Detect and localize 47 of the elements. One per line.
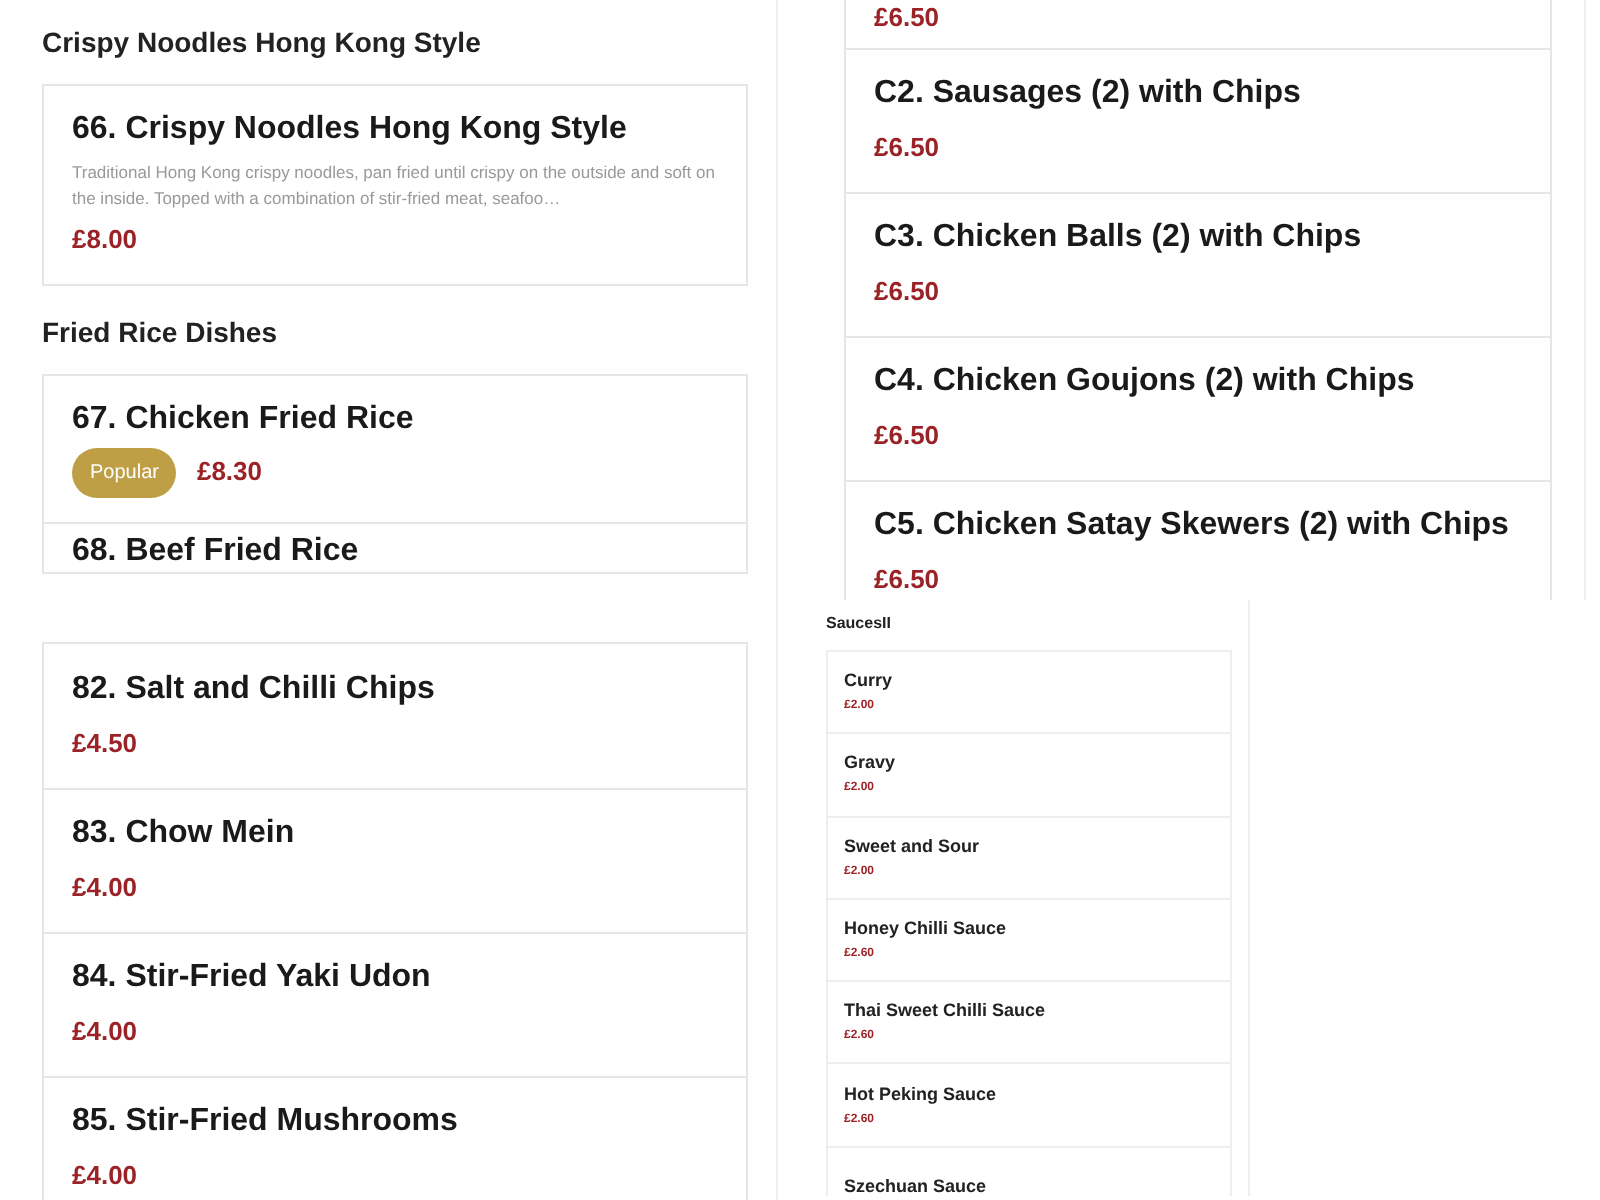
menu-item-card[interactable]: C4. Chicken Goujons (2) with Chips £6.50 <box>846 336 1550 480</box>
item-price: £6.50 <box>874 418 940 455</box>
item-name: 82. Salt and Chilli Chips <box>72 669 437 710</box>
item-name: 67. Chicken Fried Rice <box>72 399 416 439</box>
menu-item-card[interactable]: C3. Chicken Balls (2) with Chips £6.50 <box>846 192 1550 336</box>
menu-item-card[interactable]: 66. Crispy Noodles Hong Kong Style Traditional Hong Kong crispy noodles, pan fried until crispy on the outside and soft on the inside. Topped with a combination of stir-fried meat, seafoo… £8.00 <box>44 86 746 283</box>
menu-item-card[interactable]: 83. Chow Mein £4.00 <box>44 788 746 932</box>
item-name: Honey Chilli Sauce <box>844 918 1009 941</box>
menu-item-card[interactable]: 84. Stir-Fried Yaki Udon £4.00 <box>44 932 746 1076</box>
item-name: 83. Chow Mein <box>72 814 297 855</box>
item-price: £6.50 <box>874 0 940 36</box>
sauce-card[interactable]: Szechuan Sauce <box>828 1147 1230 1196</box>
section-heading: SaucesII <box>826 612 893 636</box>
item-price: £4.00 <box>72 1158 138 1195</box>
item-price: £8.00 <box>72 222 138 258</box>
item-name: Gravy <box>844 752 898 775</box>
item-price: £6.50 <box>874 274 940 311</box>
item-name: 84. Stir-Fried Yaki Udon <box>72 958 433 999</box>
section-heading: Crispy Noodles Hong Kong Style <box>42 24 483 60</box>
item-name: Curry <box>844 670 895 693</box>
item-price: £4.00 <box>72 1014 138 1051</box>
item-description: Traditional Hong Kong crispy noodles, pan fried until crispy on the outside and soft on the inside. Topped with a combination of stir-fried meat, seafoo… <box>72 160 717 212</box>
item-price: £4.50 <box>72 725 138 762</box>
menu-item-card[interactable]: C5. Chicken Satay Skewers (2) with Chips £6.50 <box>846 480 1550 600</box>
item-price: £6.50 <box>874 562 940 599</box>
item-name: Szechuan Sauce <box>844 1176 989 1196</box>
item-price: £4.00 <box>72 870 138 907</box>
item-name: Thai Sweet Chilli Sauce <box>844 1000 1048 1023</box>
menu-item-card[interactable]: 67. Chicken Fried Rice Popular £8.30 <box>44 375 746 521</box>
item-name: 85. Stir-Fried Mushrooms <box>72 1102 460 1143</box>
item-price: £6.50 <box>874 130 940 167</box>
menu-item-card[interactable]: 82. Salt and Chilli Chips £4.50 <box>44 644 746 788</box>
section-heading: Fried Rice Dishes <box>42 313 279 349</box>
menu-item-card[interactable]: 85. Stir-Fried Mushrooms £4.00 <box>44 1076 746 1200</box>
menu-item-card[interactable]: C2. Sausages (2) with Chips £6.50 <box>846 48 1550 192</box>
item-name: C2. Sausages (2) with Chips <box>874 74 1303 115</box>
menu-item-card[interactable]: £6.50 <box>846 0 1550 48</box>
item-name: Hot Peking Sauce <box>844 1083 999 1106</box>
item-name: C5. Chicken Satay Skewers (2) with Chips <box>874 506 1511 547</box>
item-price: £8.30 <box>196 454 263 491</box>
item-name: C4. Chicken Goujons (2) with Chips <box>874 362 1417 403</box>
menu-item-card[interactable]: 68. Beef Fried Rice <box>44 521 746 571</box>
popular-badge: Popular <box>72 447 177 497</box>
item-name: 68. Beef Fried Rice <box>72 531 361 571</box>
item-name: Sweet and Sour <box>844 835 982 858</box>
item-name: C3. Chicken Balls (2) with Chips <box>874 218 1364 259</box>
item-name: 66. Crispy Noodles Hong Kong Style <box>72 110 629 150</box>
